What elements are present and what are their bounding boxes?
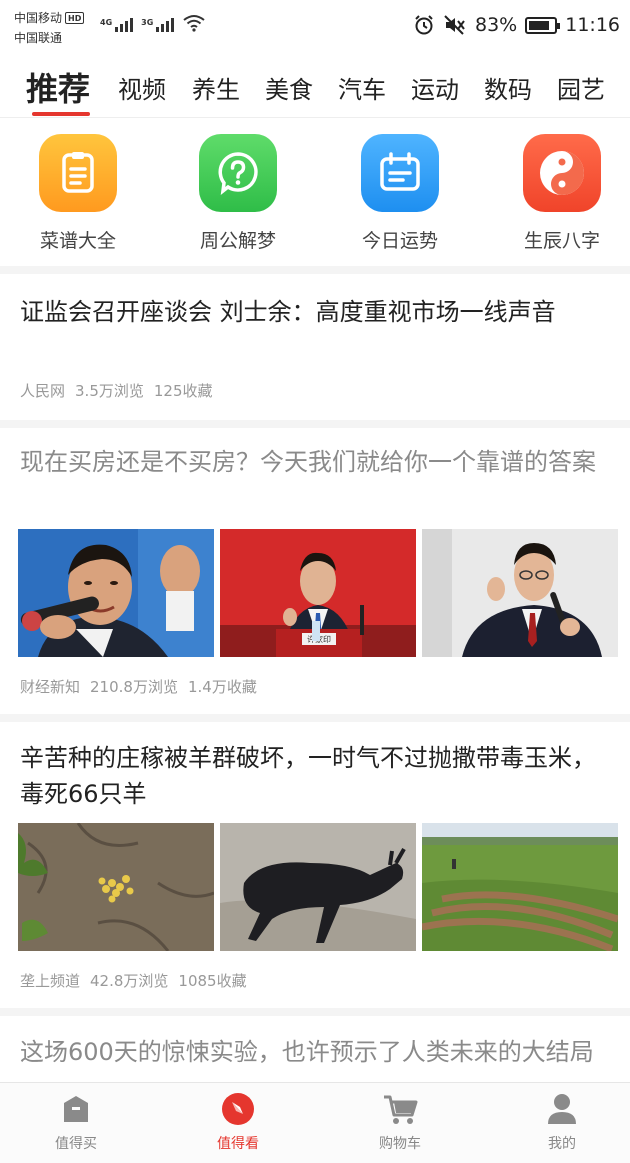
battery-icon [525,16,561,34]
article-meta: 垄上频道 42.8万浏览 1085收藏 [20,970,257,991]
nav-label: 值得看 [217,1136,259,1152]
wifi-icon [183,15,205,32]
shortcut-recipes[interactable]: 菜谱大全 [0,134,158,253]
calendar-icon [361,134,439,212]
shop-icon [58,1091,94,1127]
compass-icon [220,1091,256,1127]
thumbnail-image [422,823,618,951]
article-title: 现在买房还是不买房？今天我们就给你一个靠谱的答案 [20,448,596,476]
shortcut-dream-label: 周公解梦 [199,230,276,252]
article-title: 这场600天的惊悚实验，也许预示了人类未来的大结局 [20,1038,594,1066]
app-screen: 中国移动 HD 中国联通 4G 3G 83% 11:16 推荐 视频 养生 美食… [0,0,630,1163]
tab-recommend[interactable]: 推荐 [26,64,90,110]
article-meta: 财经新知 210.8万浏览 1.4万收藏 [20,676,267,697]
signal-icons: 4G 3G [100,14,206,32]
shortcut-dream[interactable]: 周公解梦 [158,134,318,253]
status-bar: 中国移动 HD 中国联通 4G 3G 83% 11:16 [0,0,630,56]
shortcut-bazi-label: 生辰八字 [523,230,600,252]
status-right: 83% 11:16 [413,14,620,36]
divider [0,1008,630,1016]
nav-worth-reading[interactable]: 值得看 [178,1091,298,1153]
alarm-icon [415,15,433,35]
nav-worth-buying[interactable]: 值得买 [16,1091,136,1153]
divider [0,714,630,722]
question-bubble-icon [199,134,277,212]
carrier-info: 中国移动 HD 中国联通 [14,8,85,48]
article-card[interactable]: 辛苦种的庄稼被羊群破坏，一时气不过抛撒带毒玉米，毒死66只羊 垄上频道 42.8… [0,722,630,1012]
article-source: 垄上频道 [20,972,81,990]
nav-cart[interactable]: 购物车 [340,1091,460,1153]
nav-profile[interactable]: 我的 [502,1091,622,1153]
article-meta: 人民网 3.5万浏览 125收藏 [20,380,223,401]
article-card[interactable]: 这场600天的惊悚实验，也许预示了人类未来的大结局 [0,1016,630,1082]
shortcut-grid: 菜谱大全 周公解梦 今日运势 生辰八字 [0,120,630,268]
battery-percent: 83% [475,14,518,36]
user-icon [544,1091,580,1127]
article-favorites: 125收藏 [153,382,213,400]
article-source: 人民网 [20,382,66,400]
tab-car[interactable]: 汽车 [338,70,386,105]
nav-label: 我的 [548,1136,576,1152]
tab-health[interactable]: 养生 [192,70,240,105]
shortcut-recipes-label: 菜谱大全 [39,230,116,252]
signal-4g-icon: 4G [100,18,134,32]
article-thumbnails: 许家印 [18,529,618,657]
divider [0,266,630,274]
thumbnail-image: 许家印 [220,529,416,657]
recipe-list-icon [39,134,117,212]
article-favorites: 1.4万收藏 [187,678,257,696]
thumbnail-image [18,529,214,657]
hd-badge: HD [65,12,85,24]
bottom-navigation: 值得买 值得看 购物车 我的 [0,1082,630,1163]
carrier-2-label: 中国联通 [14,31,63,45]
shortcut-bazi[interactable]: 生辰八字 [482,134,630,253]
article-card[interactable]: 现在买房还是不买房？今天我们就给你一个靠谱的答案 财经新知 210.8万浏览 1… [0,428,630,718]
article-card[interactable]: 证监会召开座谈会 刘士余：高度重视市场一线声音 人民网 3.5万浏览 125收藏 [0,274,630,424]
article-title: 辛苦种的庄稼被羊群破坏，一时气不过抛撒带毒玉米，毒死66只羊 [20,744,596,808]
tab-sports[interactable]: 运动 [411,70,459,105]
article-favorites: 1085收藏 [178,972,247,990]
shortcut-fortune[interactable]: 今日运势 [320,134,480,253]
tab-digital[interactable]: 数码 [484,70,532,105]
category-tabs: 推荐 视频 养生 美食 汽车 运动 数码 园艺 [0,58,630,118]
signal-3g-icon: 3G [141,18,175,32]
thumbnail-image [220,823,416,951]
clock: 11:16 [565,14,620,36]
thumbnail-image [422,529,618,657]
nav-label: 购物车 [379,1136,421,1152]
network-1-label: 4G [100,18,113,27]
article-views: 3.5万浏览 [75,382,144,400]
carrier-1-label: 中国移动 [14,11,63,25]
article-views: 210.8万浏览 [90,678,178,696]
thumbnail-image [18,823,214,951]
tab-video[interactable]: 视频 [118,70,166,105]
mute-icon [444,15,465,35]
nav-label: 值得买 [55,1136,97,1152]
tab-gardening[interactable]: 园艺 [557,70,605,105]
active-tab-indicator [32,112,90,116]
cart-icon [382,1091,418,1127]
shortcut-fortune-label: 今日运势 [361,230,438,252]
yin-yang-icon [523,134,601,212]
divider [0,420,630,428]
article-views: 42.8万浏览 [90,972,169,990]
tab-food[interactable]: 美食 [265,70,313,105]
article-thumbnails [18,823,618,951]
article-title: 证监会召开座谈会 刘士余：高度重视市场一线声音 [20,298,556,326]
article-source: 财经新知 [20,678,81,696]
network-2-label: 3G [141,18,154,27]
